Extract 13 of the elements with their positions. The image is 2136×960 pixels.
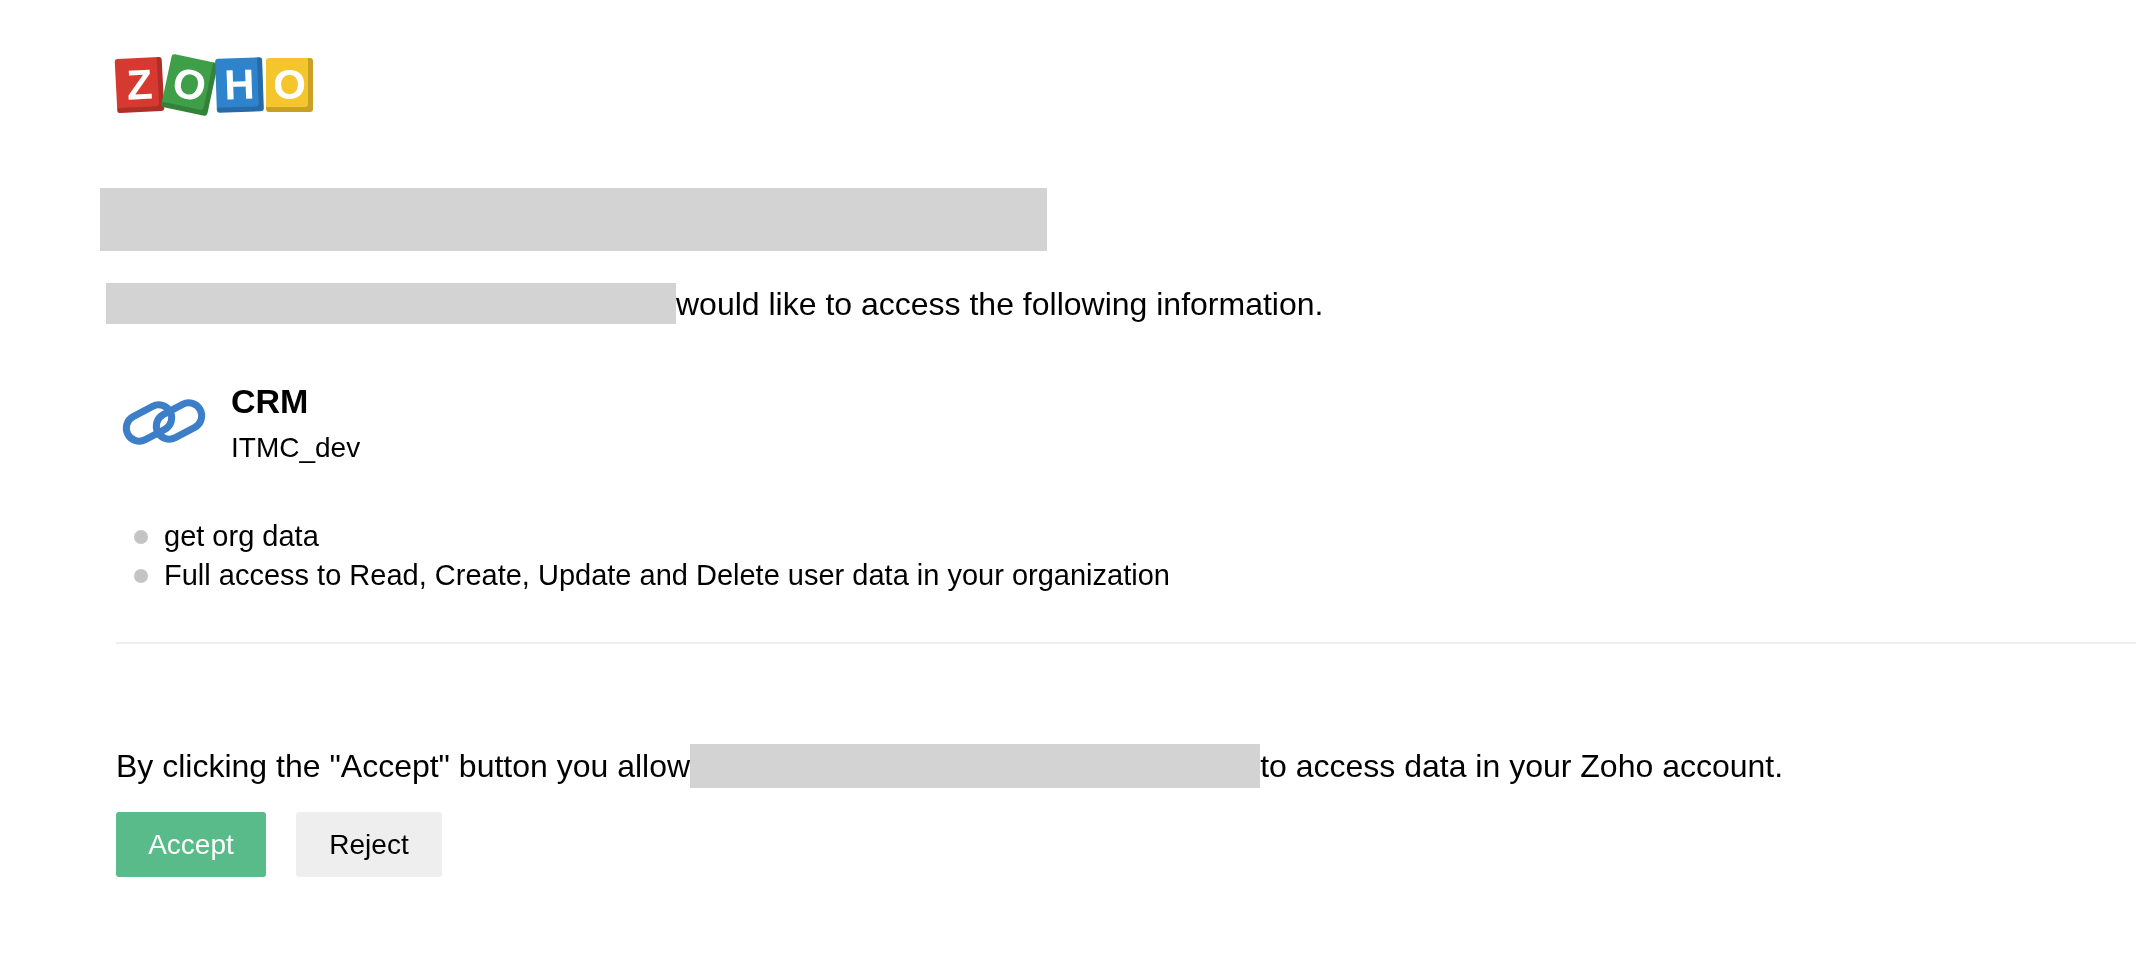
logo-letter-tile: O <box>266 58 313 112</box>
permission-text: Full access to Read, Create, Update and Delete user data in your organization <box>164 559 1170 592</box>
reject-button[interactable]: Reject <box>296 812 442 877</box>
logo-letter-tile: Z <box>114 56 165 114</box>
organization-name: ITMC_dev <box>231 432 361 464</box>
consent-text: By clicking the "Accept" button you allow <box>116 747 691 786</box>
bullet-icon <box>134 568 148 583</box>
permission-text: get org data <box>164 520 319 553</box>
service-name: CRM <box>231 382 310 420</box>
consent-text: to access data in your Zoho account. <box>1260 747 1784 786</box>
logo-letter-tile: H <box>215 57 264 113</box>
bullet-icon <box>134 529 148 544</box>
intro-text: would like to access the following information. <box>676 284 1324 324</box>
